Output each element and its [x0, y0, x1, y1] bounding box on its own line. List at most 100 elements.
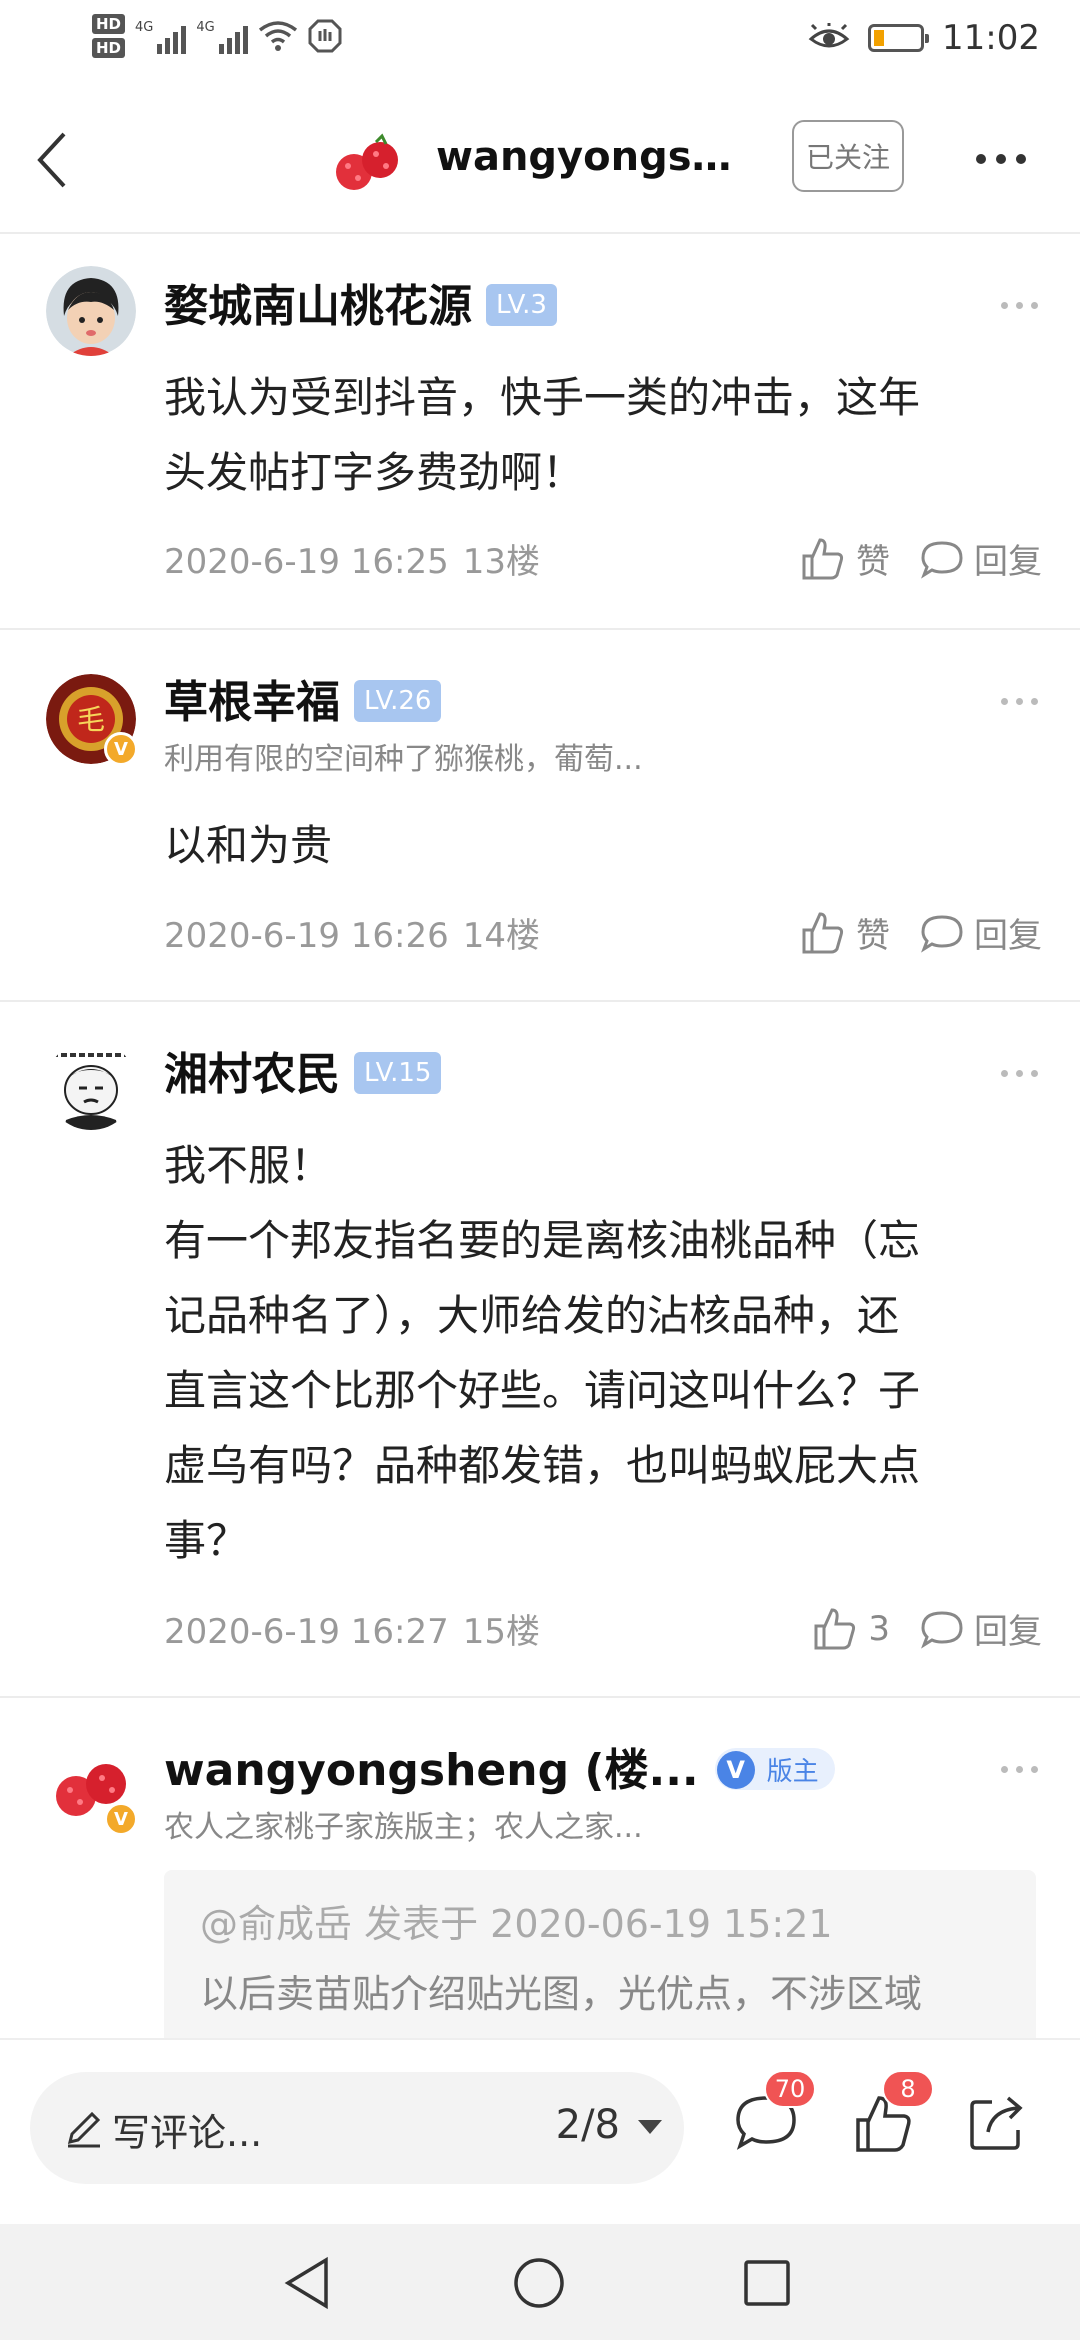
- comment-more-icon[interactable]: [1001, 698, 1038, 705]
- username-text[interactable]: 湘村农民: [164, 1049, 340, 1100]
- reply-button[interactable]: 回复: [920, 908, 1042, 957]
- username[interactable]: 婺城南山桃花源 LV.3: [164, 270, 557, 334]
- moderator-badge: V 版主: [714, 1748, 835, 1790]
- like-label[interactable]: 赞: [856, 908, 890, 957]
- username[interactable]: 草根幸福 LV.26: [164, 666, 442, 730]
- comment-line: 我不服！: [164, 1141, 333, 1190]
- poster-avatar[interactable]: [326, 124, 410, 208]
- signal-icon-2: 4G: [196, 18, 248, 54]
- comment-text: 以和为贵: [164, 808, 1044, 883]
- bottom-action-bar: 写评论... 2/8 70 8: [0, 2038, 1080, 2224]
- top-nav: wangyongsh... 已关注: [0, 84, 1080, 234]
- thumbs-up-icon: [802, 911, 844, 953]
- reply-label[interactable]: 回复: [974, 534, 1042, 583]
- quoted-post[interactable]: @俞成岳 发表于 2020-06-19 15:21 以后卖苗贴介绍贴光图，光优点…: [164, 1870, 1036, 2038]
- quote-header: @俞成岳 发表于 2020-06-19 15:21: [200, 1902, 833, 1946]
- comment-line: 我认为受到抖音，快手一类的冲击，这年: [164, 373, 921, 422]
- signal-icon-1: 4G: [135, 18, 187, 54]
- comment-line: 虚乌有吗？品种都发错，也叫蚂蚁屁大点: [164, 1441, 921, 1490]
- comments-count-badge: 70: [764, 2070, 816, 2108]
- comments-button[interactable]: 70: [734, 2070, 816, 2162]
- username[interactable]: wangyongsheng (楼... V 版主: [164, 1734, 835, 1798]
- username[interactable]: 湘村农民 LV.15: [164, 1038, 442, 1102]
- like-post-button[interactable]: 8: [852, 2070, 934, 2162]
- comment-item: 湘村农民 LV.15 我不服！ 有一个邦友指名要的是离核油桃品种（忘 记品种名了）…: [0, 1004, 1080, 1698]
- system-recents-icon[interactable]: [742, 2258, 792, 2308]
- username-text[interactable]: 草根幸福: [164, 677, 340, 728]
- like-count[interactable]: 3: [868, 1609, 890, 1649]
- comment-line: 以和为贵: [164, 821, 333, 870]
- avatar-glyph: 毛: [77, 703, 105, 736]
- comment-meta: 2020-6-19 16:25 13楼: [164, 534, 540, 583]
- comment-text: 我不服！ 有一个邦友指名要的是离核油桃品种（忘 记品种名了），大师给发的沾核品种…: [164, 1128, 1044, 1578]
- follow-button[interactable]: 已关注: [792, 120, 904, 192]
- share-button[interactable]: [966, 2092, 1036, 2162]
- battery-icon: [868, 24, 930, 52]
- wifi-icon: [258, 21, 297, 51]
- user-avatar[interactable]: [46, 266, 136, 356]
- network-type-1: 4G: [135, 20, 154, 35]
- share-icon: [970, 2096, 1023, 2150]
- back-arrow-icon[interactable]: [24, 120, 84, 200]
- comment-bubble-icon: [921, 1610, 963, 1649]
- reply-button[interactable]: 回复: [920, 1604, 1042, 1653]
- reply-label[interactable]: 回复: [974, 1604, 1042, 1653]
- eye-comfort-icon: [808, 23, 850, 48]
- username-text[interactable]: wangyongsheng (楼...: [164, 1745, 699, 1796]
- level-badge: LV.26: [354, 680, 442, 722]
- comment-more-icon[interactable]: [1001, 1766, 1038, 1773]
- like-button[interactable]: 3: [812, 1606, 890, 1652]
- comment-more-icon[interactable]: [1001, 302, 1038, 309]
- system-navigation-bar: [0, 2224, 1080, 2340]
- level-badge: LV.15: [354, 1052, 442, 1094]
- comment-placeholder[interactable]: 写评论...: [112, 2102, 262, 2157]
- comment-actions: 3 回复: [782, 1604, 1042, 1653]
- comment-line: 事？: [164, 1516, 249, 1565]
- comment-date: 2020-6-19 16:26: [164, 916, 449, 956]
- nfc-icon: [308, 19, 342, 53]
- hd-label-2: HD: [92, 38, 126, 58]
- comment-actions: 赞 回复: [770, 908, 1042, 957]
- comment-bubble-icon: [921, 914, 963, 953]
- clock: 11:02: [942, 18, 1040, 58]
- like-button[interactable]: 赞: [800, 534, 890, 583]
- comment-input[interactable]: 写评论... 2/8: [30, 2072, 684, 2184]
- comment-date: 2020-6-19 16:27: [164, 1612, 449, 1652]
- comment-line: 头发帖打字多费劲啊！: [164, 448, 585, 497]
- like-button[interactable]: 赞: [800, 908, 890, 957]
- hd-label-1: HD: [92, 14, 126, 34]
- comment-bubble-icon: [921, 540, 963, 579]
- thumbs-up-icon: [802, 537, 844, 579]
- comment-item: V wangyongsheng (楼... V 版主 农人之家桃子家族版主；农人之家…: [0, 1700, 1080, 2038]
- page-title: wangyongsh...: [436, 134, 736, 180]
- username-text[interactable]: 婺城南山桃花源: [164, 281, 472, 332]
- user-avatar[interactable]: [46, 1040, 136, 1130]
- verified-badge: V: [104, 1802, 138, 1836]
- comment-text: 我认为受到抖音，快手一类的冲击，这年 头发帖打字多费劲啊！: [164, 360, 1044, 510]
- comment-line: 直言这个比那个好些。请问这叫什么？子: [164, 1366, 921, 1415]
- comment-actions: 赞 回复: [770, 534, 1042, 583]
- pen-icon: [67, 2111, 101, 2148]
- page-indicator[interactable]: 2/8: [556, 2102, 620, 2148]
- comment-date: 2020-6-19 16:25: [164, 542, 449, 582]
- system-back-icon[interactable]: [282, 2256, 334, 2310]
- comment-meta: 2020-6-19 16:26 14楼: [164, 908, 540, 957]
- like-label[interactable]: 赞: [856, 534, 890, 583]
- thumbs-up-icon: [814, 1607, 856, 1649]
- network-type-2: 4G: [196, 20, 215, 35]
- user-signature: 利用有限的空间种了猕猴桃，葡萄...: [164, 742, 643, 777]
- likes-count-badge: 8: [882, 2070, 934, 2108]
- floor-number: 13楼: [462, 542, 541, 582]
- hd-indicator: HD HD: [92, 14, 126, 58]
- level-badge: LV.3: [486, 284, 557, 326]
- quote-text: 以后卖苗贴介绍贴光图，光优点，不涉区域: [200, 1972, 923, 2016]
- user-signature: 农人之家桃子家族版主；农人之家...: [164, 1810, 643, 1845]
- more-options-icon[interactable]: [976, 154, 1026, 164]
- system-home-icon[interactable]: [512, 2256, 566, 2310]
- reply-label[interactable]: 回复: [974, 908, 1042, 957]
- chevron-down-icon[interactable]: [638, 2120, 662, 2134]
- verified-badge: V: [104, 732, 138, 766]
- floor-number: 15楼: [462, 1612, 541, 1652]
- reply-button[interactable]: 回复: [920, 534, 1042, 583]
- comment-more-icon[interactable]: [1001, 1070, 1038, 1077]
